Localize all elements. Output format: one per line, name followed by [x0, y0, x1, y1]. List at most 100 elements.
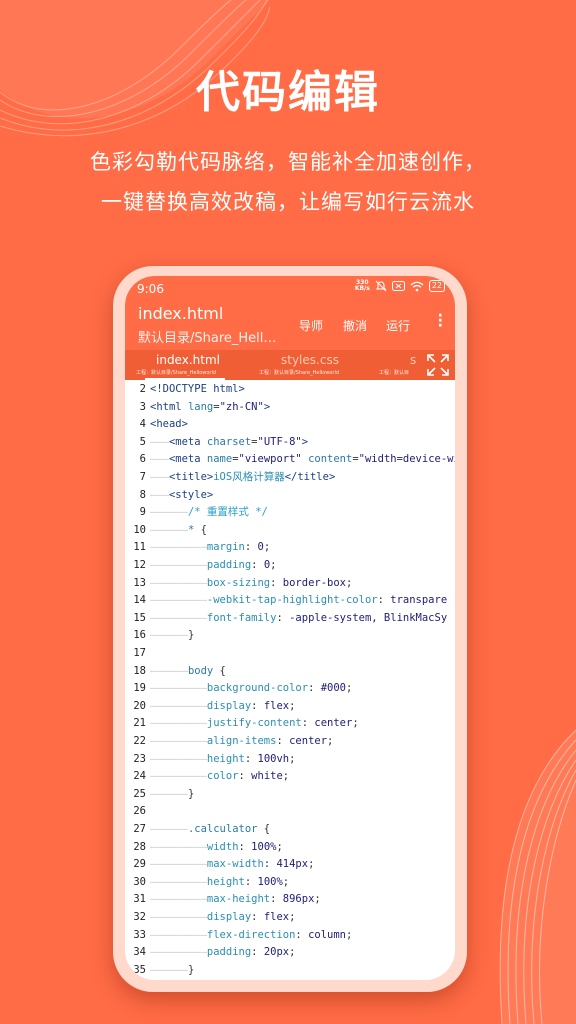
line-number: 28	[133, 840, 146, 853]
code-token: -apple-system, BlinkMacSy	[289, 611, 448, 624]
code-token: lang	[187, 400, 214, 413]
code-token: :	[244, 541, 258, 554]
line-content: —————————display: flex;	[150, 698, 295, 716]
line-number: 14	[133, 594, 146, 607]
code-token: width	[206, 840, 239, 853]
indent-guide: ———	[150, 435, 169, 448]
line-content: —————————height: 100vh;	[150, 751, 295, 769]
line-number: 6	[139, 453, 146, 466]
line-number: 2	[139, 383, 146, 395]
code-token: <html	[150, 400, 188, 413]
code-token: ;	[289, 752, 296, 765]
line-number: 22	[133, 735, 146, 747]
code-token: charset	[206, 435, 252, 448]
code-token: ;	[314, 893, 321, 906]
line-content: —————————justify-content: center;	[150, 715, 359, 733]
code-token: :	[244, 875, 258, 888]
code-token: center	[289, 735, 328, 747]
line-content: —————————padding: 0;	[150, 557, 276, 575]
line-content: ——————/* 重置样式 */	[150, 504, 268, 522]
code-token: "UTF-8"	[257, 435, 302, 448]
line-number: 16	[133, 629, 146, 642]
line-content: ——————}	[150, 627, 194, 645]
code-token: height	[206, 752, 245, 765]
line-number: 21	[133, 717, 146, 730]
code-token: :	[238, 840, 252, 853]
code-token: <style>	[168, 488, 214, 501]
line-number: 4	[139, 418, 146, 431]
code-token: {	[219, 664, 226, 677]
indent-guide: —————————	[150, 928, 207, 941]
indent-guide: —————————	[150, 875, 207, 888]
line-content: —————————color: white;	[150, 768, 289, 786]
line-content: —————————max-width: 414px;	[150, 856, 314, 874]
code-token: :	[276, 611, 290, 624]
code-token: ;	[289, 946, 296, 959]
indent-guide: —————————	[150, 735, 207, 747]
code-token: ;	[346, 576, 353, 589]
line-number: 19	[133, 682, 146, 695]
line-number: 30	[133, 875, 146, 888]
indent-guide: —————————	[150, 541, 207, 554]
mentor-button[interactable]: 导师	[299, 317, 323, 334]
line-number: 18	[133, 664, 146, 677]
code-token: ;	[346, 682, 353, 695]
line-number: 26	[133, 805, 146, 818]
code-token: ;	[282, 770, 290, 783]
code-token: "viewport"	[238, 453, 302, 466]
code-token: background-color	[206, 682, 309, 695]
code-token: box-sizing	[206, 576, 271, 589]
code-token: ;	[346, 928, 353, 941]
line-number: 35	[133, 963, 146, 976]
code-token: :	[251, 946, 264, 959]
code-token: :	[251, 559, 264, 571]
code-token: name	[206, 453, 233, 466]
line-number: 31	[133, 893, 146, 906]
line-number: 25	[133, 787, 146, 800]
line-content: —————————box-sizing: border-box;	[150, 575, 352, 593]
mute-icon	[375, 280, 387, 292]
indent-guide: ———	[150, 488, 169, 501]
code-token: transpare	[390, 594, 448, 607]
status-bar: 9:06 330 KB/s 22	[125, 276, 455, 302]
line-content: ——————}	[150, 786, 194, 804]
status-time: 9:06	[137, 282, 164, 296]
fullscreen-button[interactable]	[421, 350, 455, 380]
code-token: ;	[282, 875, 290, 888]
indent-guide: ——————	[150, 629, 188, 642]
line-content: —————————align-items: center;	[150, 733, 333, 751]
indent-guide: —————————	[150, 770, 207, 783]
code-token: ;	[276, 840, 283, 853]
code-token: >	[263, 400, 271, 413]
code-token: 100vh	[257, 752, 290, 765]
code-token: }	[187, 629, 195, 642]
tab-styles-css[interactable]: styles.css 工程：默认目录/Share_Helloworld	[249, 350, 373, 380]
line-number: 23	[133, 752, 146, 765]
code-editor[interactable]: 2 <!DOCTYPE html> 3 <html lang="zh-CN"> 4 <he…	[125, 380, 455, 980]
code-token: :	[301, 717, 315, 730]
tab-index-html[interactable]: index.html 工程：默认目录/Share_Helloworld	[125, 350, 249, 380]
indent-guide: —————————	[150, 594, 207, 607]
promo-subtitle-line1: 色彩勾勒代码脉络，智能补全加速创作，	[90, 150, 486, 174]
code-token: }	[187, 787, 195, 800]
code-token: center	[314, 717, 353, 730]
code-token: ;	[352, 717, 359, 730]
code-token: .calculator	[187, 823, 264, 835]
file-tab-bar: index.html 工程：默认目录/Share_Helloworld styl…	[125, 350, 455, 380]
line-number: 10	[133, 523, 146, 536]
indent-guide: —————————	[150, 840, 207, 853]
code-token: :	[270, 893, 283, 906]
code-token: 414px	[276, 858, 309, 871]
line-number: 3	[139, 400, 146, 413]
line-number: 11	[133, 541, 146, 554]
undo-button[interactable]: 撤消	[343, 317, 367, 334]
status-icons: 330 KB/s 22	[355, 280, 445, 292]
indent-guide: —————————	[150, 559, 207, 571]
code-token: height	[206, 875, 245, 888]
code-token: body	[187, 664, 220, 677]
run-button[interactable]: 运行	[386, 317, 410, 334]
line-content: ———<meta name="viewport" content="width=…	[150, 451, 455, 469]
indent-guide: ——————	[150, 506, 188, 519]
indent-guide: —————————	[150, 893, 207, 906]
more-vert-icon[interactable]: · · ·	[438, 309, 443, 333]
